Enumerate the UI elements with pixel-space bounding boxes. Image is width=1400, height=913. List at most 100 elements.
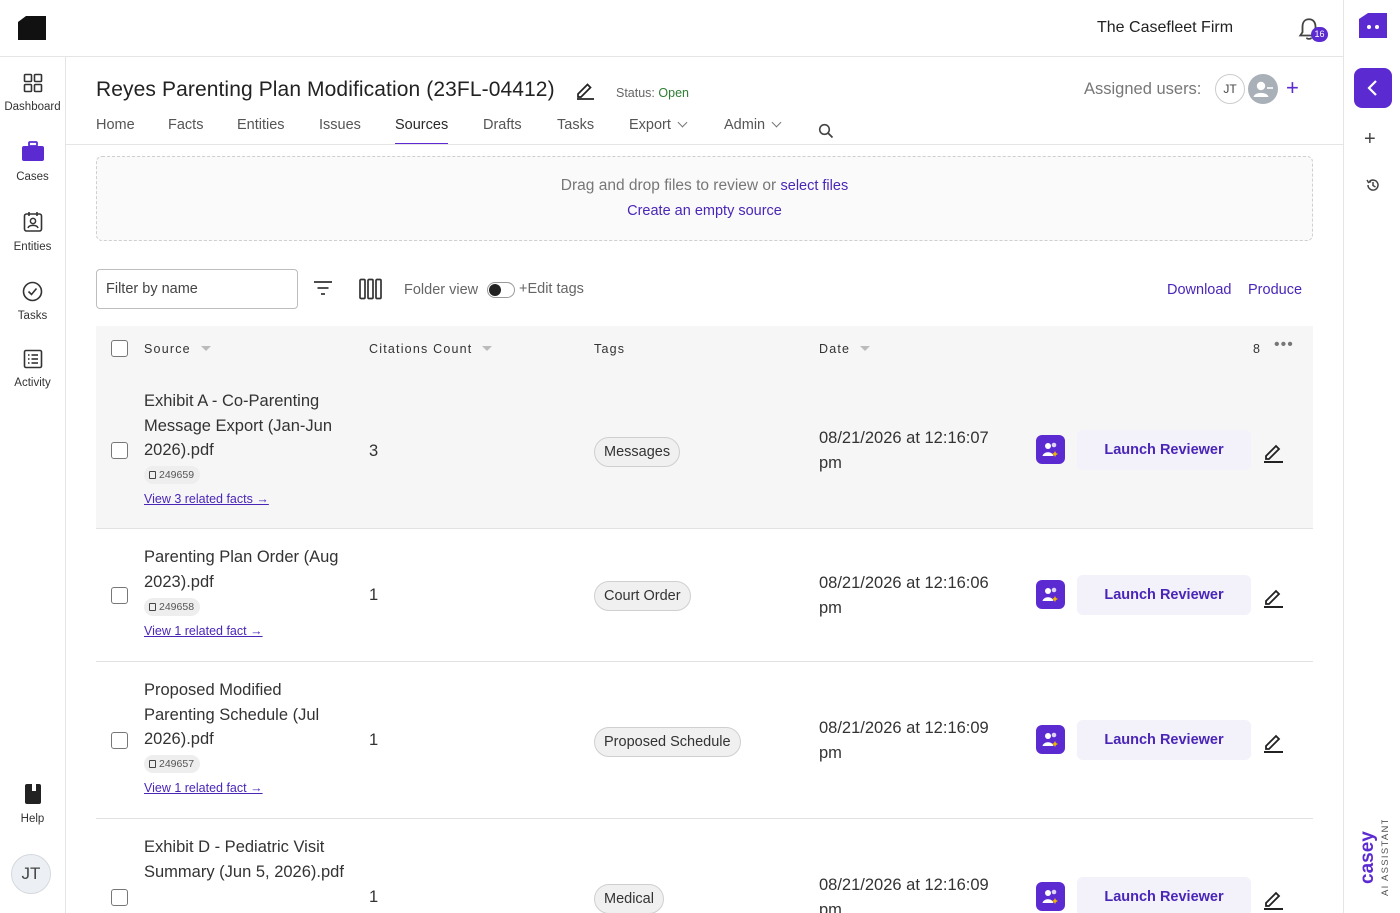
edit-tags-button[interactable]: +Edit tags	[519, 281, 584, 297]
launch-reviewer-button[interactable]: Launch Reviewer	[1077, 877, 1251, 913]
row-checkbox[interactable]	[111, 587, 128, 604]
row-checkbox[interactable]	[111, 442, 128, 459]
tab-admin[interactable]: Admin	[724, 117, 782, 145]
tag-chip[interactable]: Court Order	[594, 581, 691, 611]
sort-caret-icon	[860, 346, 871, 351]
nav-item-entities[interactable]: Entities	[0, 211, 65, 253]
tag-chip[interactable]: Medical	[594, 884, 664, 913]
filter-by-name-input[interactable]	[96, 269, 298, 309]
list-icon	[23, 349, 42, 369]
collapse-assistant-button[interactable]	[1354, 68, 1392, 108]
tab-issues[interactable]: Issues	[319, 117, 361, 145]
nav-item-dashboard[interactable]: Dashboard	[0, 73, 65, 113]
ai-users-icon	[1042, 587, 1058, 602]
chevron-down-icon	[771, 117, 782, 128]
column-header-tags: Tags	[594, 342, 626, 356]
row-checkbox[interactable]	[111, 732, 128, 749]
launch-reviewer-button[interactable]: Launch Reviewer	[1077, 720, 1251, 760]
columns-icon[interactable]	[359, 278, 382, 300]
edit-pencil-icon[interactable]	[1262, 886, 1284, 910]
folder-view-label: Folder view	[404, 282, 479, 298]
nav-item-activity[interactable]: Activity	[0, 349, 65, 389]
assign-user-avatar[interactable]	[1248, 74, 1278, 104]
select-files-link[interactable]: select files	[781, 178, 849, 194]
column-header-label: Date	[819, 342, 851, 356]
citations-count: 1	[369, 731, 379, 749]
tab-facts[interactable]: Facts	[168, 117, 203, 145]
edit-pencil-icon[interactable]	[1262, 439, 1284, 463]
tab-entities[interactable]: Entities	[237, 117, 285, 145]
more-options-icon[interactable]: •••	[1274, 336, 1294, 354]
book-icon	[24, 784, 41, 804]
source-total-count: 8	[1253, 342, 1260, 356]
history-icon[interactable]	[1365, 177, 1381, 193]
related-facts-link[interactable]: View 3 related facts →	[144, 492, 269, 506]
column-header-date[interactable]: Date	[819, 342, 871, 356]
source-name[interactable]: Parenting Plan Order (Aug 2023).pdf	[144, 545, 344, 594]
firm-name[interactable]: The Casefleet Firm	[1097, 19, 1233, 37]
casefleet-logo-icon[interactable]	[16, 14, 48, 44]
nav-item-cases[interactable]: Cases	[0, 141, 65, 183]
produce-button[interactable]: Produce	[1248, 282, 1302, 298]
doc-id-badge[interactable]: 249658	[144, 598, 201, 616]
doc-id-badge[interactable]: 249657	[144, 755, 201, 773]
edit-pencil-icon[interactable]	[1262, 729, 1284, 753]
table-row: Parenting Plan Order (Aug 2023).pdf 2496…	[96, 529, 1313, 662]
ai-review-button[interactable]	[1036, 435, 1065, 464]
nav-label: Cases	[16, 171, 49, 183]
tab-home[interactable]: Home	[96, 117, 135, 145]
related-facts-link[interactable]: View 1 related fact →	[144, 781, 263, 795]
create-empty-source-link[interactable]: Create an empty source	[97, 203, 1312, 219]
source-name[interactable]: Exhibit A - Co-Parenting Message Export …	[144, 389, 344, 463]
assistant-logo-icon[interactable]	[1358, 12, 1388, 40]
nav-item-tasks[interactable]: Tasks	[0, 281, 65, 322]
nav-item-help[interactable]: Help	[0, 783, 65, 825]
user-avatar[interactable]: JT	[11, 854, 51, 894]
assigned-user-avatar[interactable]: JT	[1215, 74, 1245, 104]
related-facts-link[interactable]: View 1 related fact →	[144, 624, 263, 638]
launch-reviewer-button[interactable]: Launch Reviewer	[1077, 575, 1251, 615]
grid-icon	[23, 73, 42, 93]
add-user-button[interactable]: +	[1286, 76, 1299, 100]
tab-drafts[interactable]: Drafts	[483, 117, 522, 145]
edit-title-pencil-icon[interactable]	[575, 80, 595, 100]
folder-view-toggle[interactable]	[487, 282, 515, 298]
source-date: 08/21/2026 at 12:16:09 pm	[819, 876, 989, 913]
sources-table-header: Source Citations Count Tags Date 8 •••	[96, 326, 1313, 371]
tag-chip[interactable]: Proposed Schedule	[594, 727, 741, 757]
case-title: Reyes Parenting Plan Modification (23FL-…	[96, 78, 555, 101]
source-name[interactable]: Exhibit D - Pediatric Visit Summary (Jun…	[144, 835, 344, 884]
search-icon[interactable]	[818, 117, 834, 145]
doc-id-badge[interactable]: 249659	[144, 466, 201, 484]
person-icon	[1253, 81, 1273, 97]
nav-label: Entities	[13, 241, 52, 253]
row-checkbox[interactable]	[111, 889, 128, 906]
column-header-source[interactable]: Source	[144, 342, 211, 356]
ai-review-button[interactable]	[1036, 580, 1065, 609]
case-status: Status: Open	[616, 86, 689, 100]
doc-id-text: 249657	[159, 758, 195, 770]
select-all-checkbox[interactable]	[111, 340, 128, 357]
launch-reviewer-button[interactable]: Launch Reviewer	[1077, 430, 1251, 470]
tab-export[interactable]: Export	[629, 117, 688, 145]
column-header-citations[interactable]: Citations Count	[369, 342, 493, 356]
copy-icon	[149, 760, 156, 768]
tab-sources[interactable]: Sources	[395, 117, 449, 145]
ai-review-button[interactable]	[1036, 725, 1065, 754]
source-name[interactable]: Proposed Modified Parenting Schedule (Ju…	[144, 678, 344, 752]
column-header-label: Citations Count	[369, 342, 473, 356]
casey-assistant-logo[interactable]: casey AI ASSISTANT	[1351, 820, 1397, 900]
notification-count-badge: 16	[1311, 27, 1328, 42]
casey-brand-text: casey	[1357, 831, 1378, 884]
top-bar: The Casefleet Firm 16	[0, 0, 1344, 57]
assistant-rail: +	[1343, 0, 1400, 913]
ai-review-button[interactable]	[1036, 882, 1065, 911]
doc-id-text: 249658	[159, 601, 195, 613]
new-chat-plus-icon[interactable]: +	[1364, 128, 1376, 151]
file-dropzone[interactable]: Drag and drop files to review or select …	[96, 156, 1313, 241]
download-button[interactable]: Download	[1167, 282, 1232, 298]
tag-chip[interactable]: Messages	[594, 437, 681, 467]
filter-lines-icon[interactable]	[313, 280, 333, 296]
tab-tasks[interactable]: Tasks	[557, 117, 594, 145]
edit-pencil-icon[interactable]	[1262, 584, 1284, 608]
